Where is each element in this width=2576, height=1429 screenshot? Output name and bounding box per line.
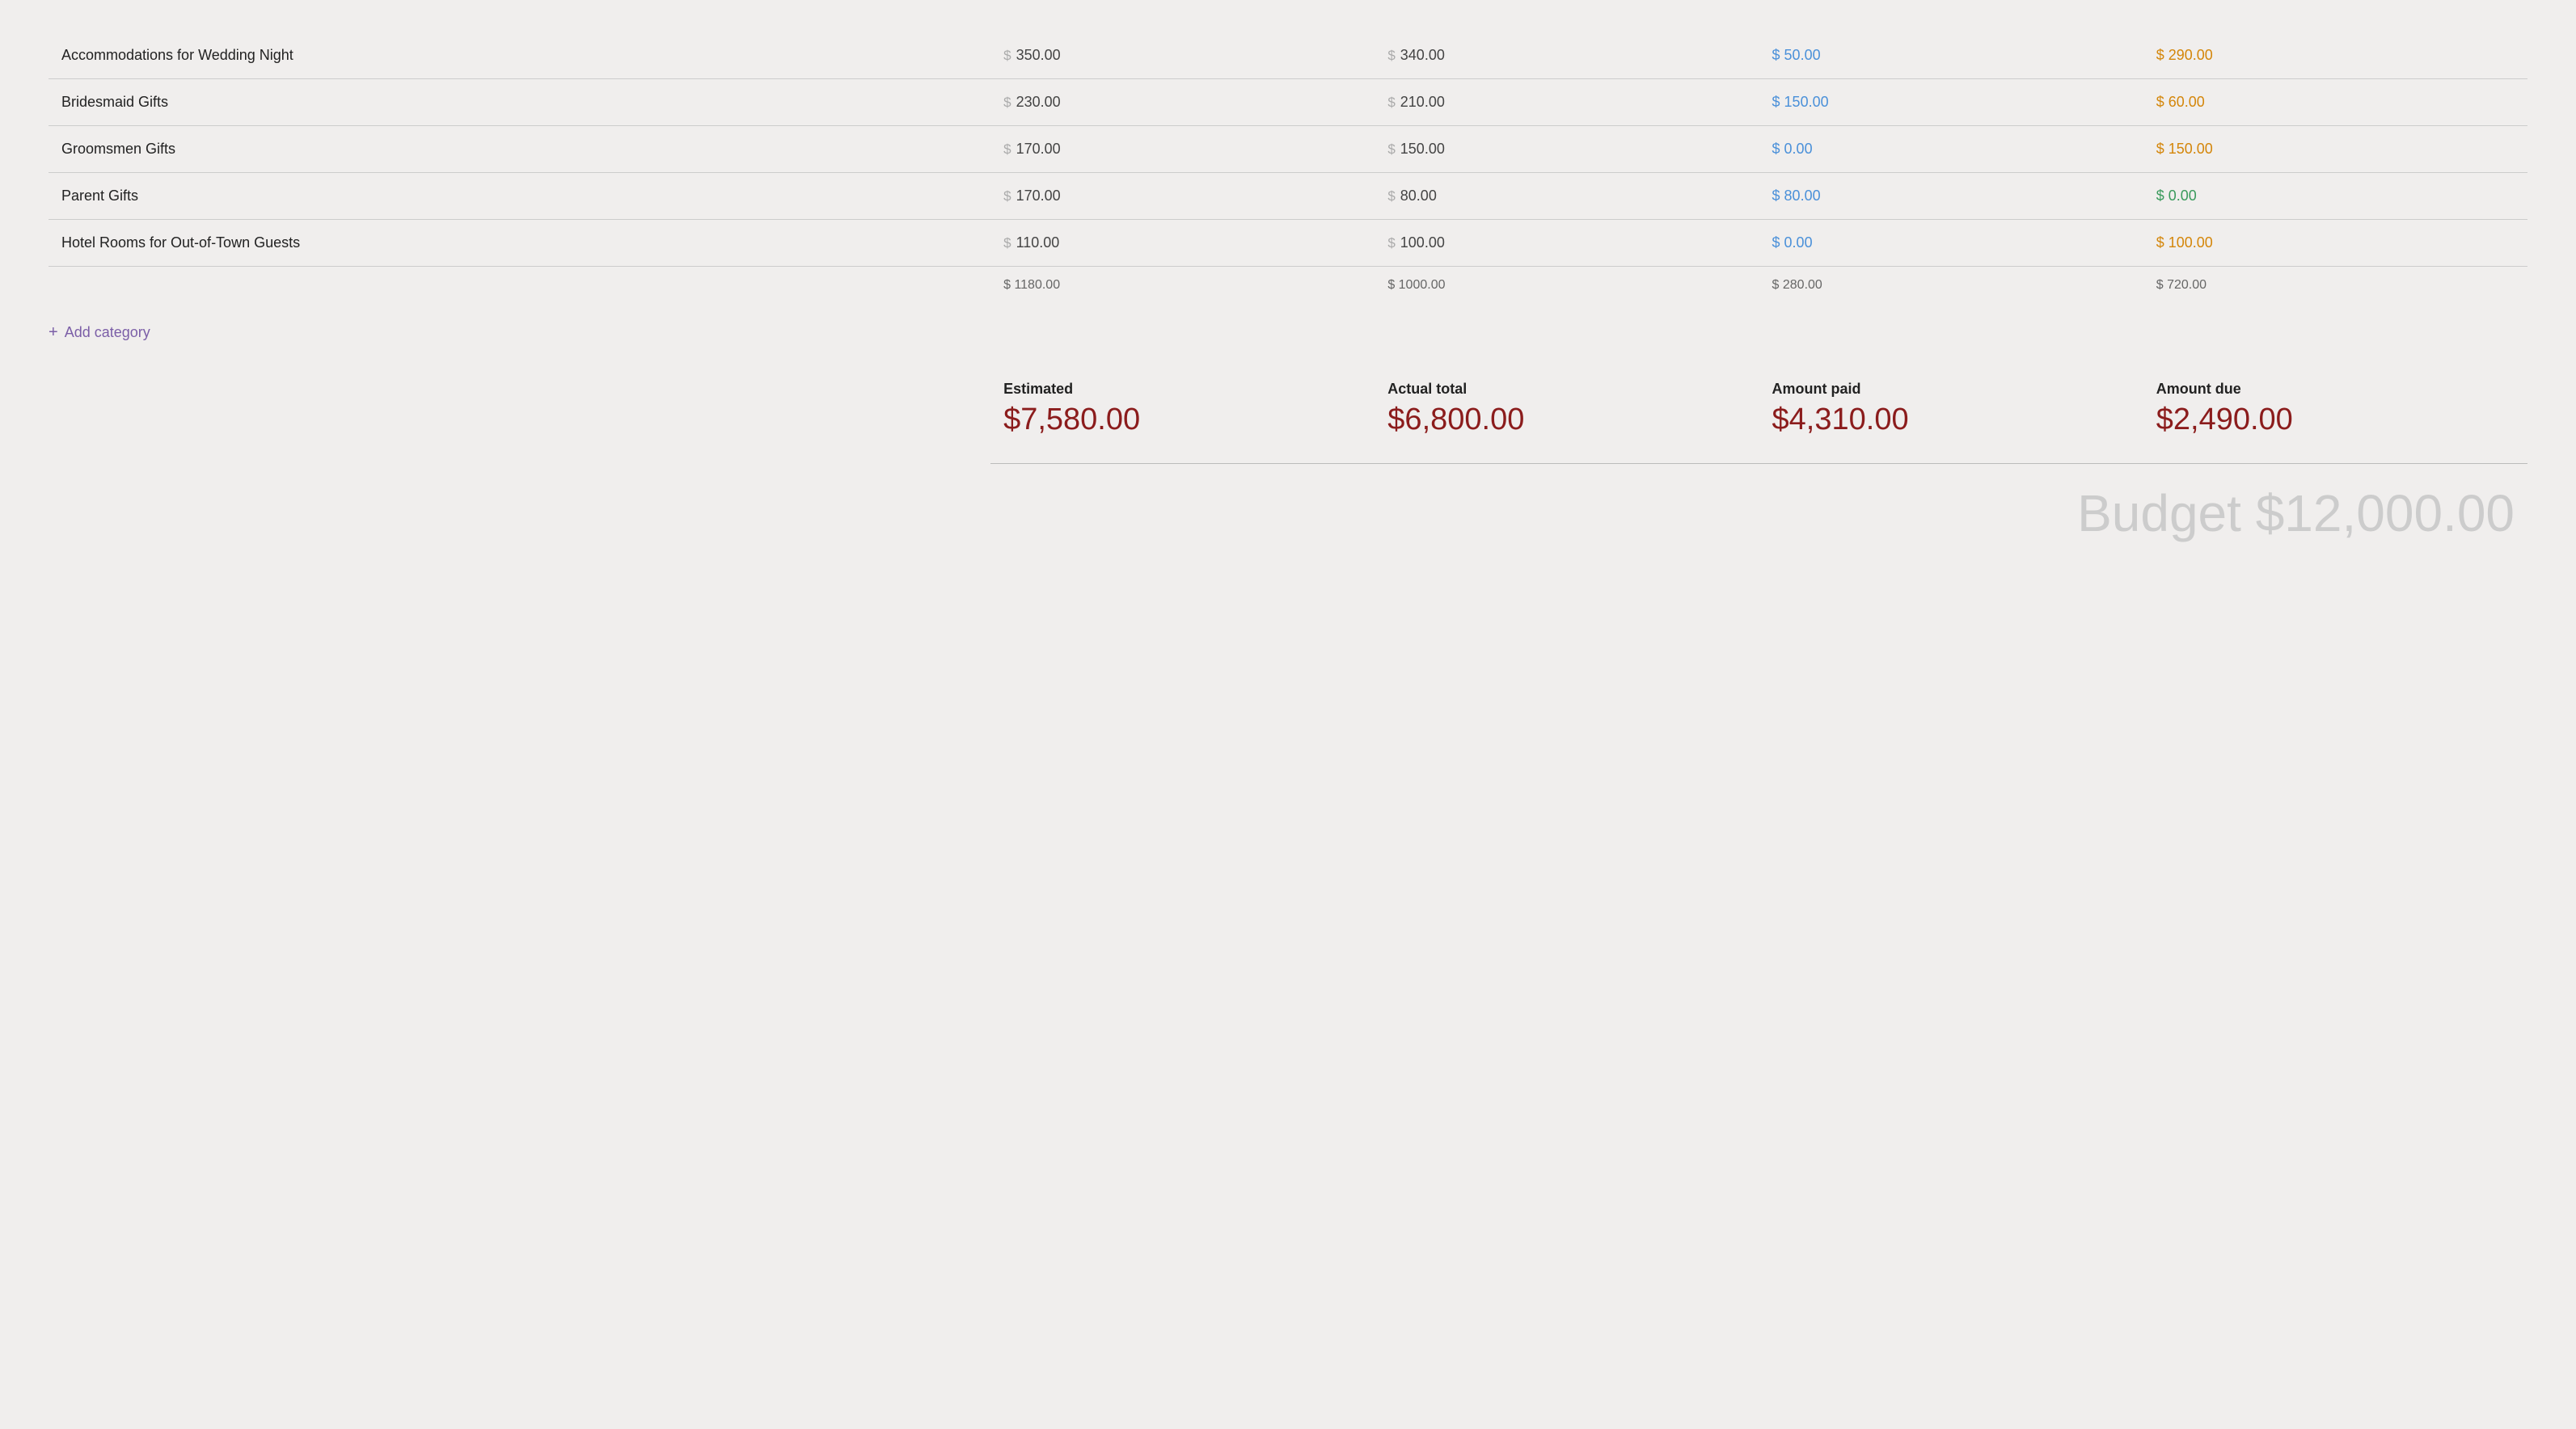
row-paid: $ 0.00: [1759, 220, 2143, 267]
row-actual: $ 100.00: [1375, 220, 1759, 267]
row-actual: $ 340.00: [1375, 32, 1759, 79]
row-estimated: $ 230.00: [990, 79, 1375, 126]
row-due: $ 0.00: [2143, 173, 2527, 220]
subtotals-due: $ 720.00: [2143, 267, 2527, 305]
row-due: $ 290.00: [2143, 32, 2527, 79]
dollar-icon: $: [1003, 95, 1011, 111]
table-row: Parent Gifts $ 170.00 $ 80.00 $ 80.00: [49, 173, 2527, 220]
add-category-label: Add category: [65, 324, 150, 341]
row-due: $ 150.00: [2143, 126, 2527, 173]
actual-label: Actual total: [1387, 381, 1746, 398]
dollar-icon: $: [1003, 188, 1011, 204]
subtotals-empty: [49, 267, 990, 305]
row-name: Bridesmaid Gifts: [49, 79, 990, 126]
due-value: $2,490.00: [2156, 403, 2515, 437]
paid-value: $4,310.00: [1772, 403, 2130, 437]
due-label: Amount due: [2156, 381, 2515, 398]
row-due: $ 100.00: [2143, 220, 2527, 267]
summary-actual: Actual total $6,800.00: [1375, 374, 1759, 444]
summary-estimated: Estimated $7,580.00: [990, 374, 1375, 444]
summary-due: Amount due $2,490.00: [2143, 374, 2527, 444]
dollar-icon: $: [1387, 48, 1395, 64]
table-row: Groomsmen Gifts $ 170.00 $ 150.00 $ 0.00: [49, 126, 2527, 173]
table-row: Hotel Rooms for Out-of-Town Guests $ 110…: [49, 220, 2527, 267]
row-name: Hotel Rooms for Out-of-Town Guests: [49, 220, 990, 267]
row-name: Accommodations for Wedding Night: [49, 32, 990, 79]
dollar-icon: $: [1003, 141, 1011, 158]
add-category-button[interactable]: + Add category: [49, 304, 2527, 368]
row-paid: $ 150.00: [1759, 79, 2143, 126]
row-paid: $ 50.00: [1759, 32, 2143, 79]
estimated-label: Estimated: [1003, 381, 1362, 398]
table-row: Accommodations for Wedding Night $ 350.0…: [49, 32, 2527, 79]
plus-icon: +: [49, 323, 58, 342]
row-paid: $ 0.00: [1759, 126, 2143, 173]
dollar-icon: $: [1387, 95, 1395, 111]
summary-section: Estimated $7,580.00 Actual total $6,800.…: [49, 374, 2527, 444]
summary-paid: Amount paid $4,310.00: [1759, 374, 2143, 444]
table-row: Bridesmaid Gifts $ 230.00 $ 210.00 $ 150…: [49, 79, 2527, 126]
dollar-icon: $: [1003, 235, 1011, 251]
row-paid: $ 80.00: [1759, 173, 2143, 220]
row-name: Groomsmen Gifts: [49, 126, 990, 173]
budget-total-label: Budget $12,000.00: [2077, 484, 2515, 542]
budget-table: Accommodations for Wedding Night $ 350.0…: [49, 32, 2527, 304]
estimated-value: $7,580.00: [1003, 403, 1362, 437]
dollar-icon: $: [1387, 141, 1395, 158]
row-estimated: $ 350.00: [990, 32, 1375, 79]
row-estimated: $ 110.00: [990, 220, 1375, 267]
subtotals-estimated: $ 1180.00: [990, 267, 1375, 305]
paid-label: Amount paid: [1772, 381, 2130, 398]
dollar-icon: $: [1003, 48, 1011, 64]
row-actual: $ 210.00: [1375, 79, 1759, 126]
row-estimated: $ 170.00: [990, 126, 1375, 173]
subtotals-row: $ 1180.00 $ 1000.00 $ 280.00 $ 720.00: [49, 267, 2527, 305]
actual-value: $6,800.00: [1387, 403, 1746, 437]
row-actual: $ 150.00: [1375, 126, 1759, 173]
row-estimated: $ 170.00: [990, 173, 1375, 220]
budget-total-section: Budget $12,000.00: [49, 483, 2527, 543]
row-actual: $ 80.00: [1375, 173, 1759, 220]
subtotals-actual: $ 1000.00: [1375, 267, 1759, 305]
dollar-icon: $: [1387, 235, 1395, 251]
divider: [990, 463, 2527, 464]
row-name: Parent Gifts: [49, 173, 990, 220]
row-due: $ 60.00: [2143, 79, 2527, 126]
subtotals-paid: $ 280.00: [1759, 267, 2143, 305]
dollar-icon: $: [1387, 188, 1395, 204]
